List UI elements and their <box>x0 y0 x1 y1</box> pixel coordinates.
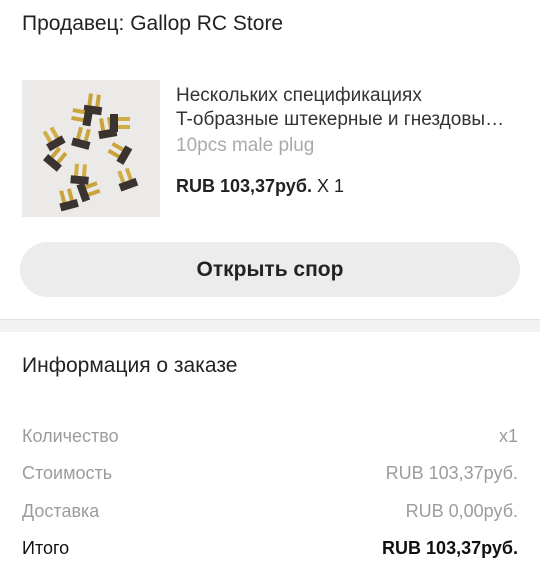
summary-row-total: Итого RUB 103,37руб. <box>22 538 518 559</box>
product-price-row: RUB 103,37руб. X 1 <box>176 176 521 197</box>
summary-value: RUB 0,00руб. <box>405 501 518 521</box>
section-divider <box>0 319 540 332</box>
summary-label: Итого <box>22 538 70 558</box>
summary-row-quantity: Количество x1 <box>22 426 518 447</box>
product-title-line2: T-образные штекерные и гнездовы… <box>176 109 505 130</box>
open-dispute-button[interactable]: Открыть спор <box>20 242 520 297</box>
summary-value: RUB 103,37руб. <box>385 463 518 483</box>
product-image[interactable] <box>22 80 160 217</box>
summary-row-shipping: Доставка RUB 0,00руб. <box>22 501 518 522</box>
summary-label: Стоимость <box>22 463 113 483</box>
order-info-title: Информация о заказе <box>22 354 238 377</box>
seller-name[interactable]: Продавец: Gallop RC Store <box>22 12 283 36</box>
product-quantity: X 1 <box>316 176 344 196</box>
t-plug-connectors-image <box>22 80 160 217</box>
product-title: Нескольких спецификациях <box>176 85 422 106</box>
product-info[interactable]: Нескольких спецификациях T-образные штек… <box>176 84 521 197</box>
product-variant: 10pcs male plug <box>176 135 315 156</box>
summary-value: x1 <box>498 426 518 446</box>
summary-label: Количество <box>22 426 119 446</box>
summary-row-cost: Стоимость RUB 103,37руб. <box>22 463 518 484</box>
product-price: RUB 103,37руб. <box>176 176 312 196</box>
summary-value: RUB 103,37руб. <box>382 538 518 558</box>
summary-label: Доставка <box>22 501 100 521</box>
